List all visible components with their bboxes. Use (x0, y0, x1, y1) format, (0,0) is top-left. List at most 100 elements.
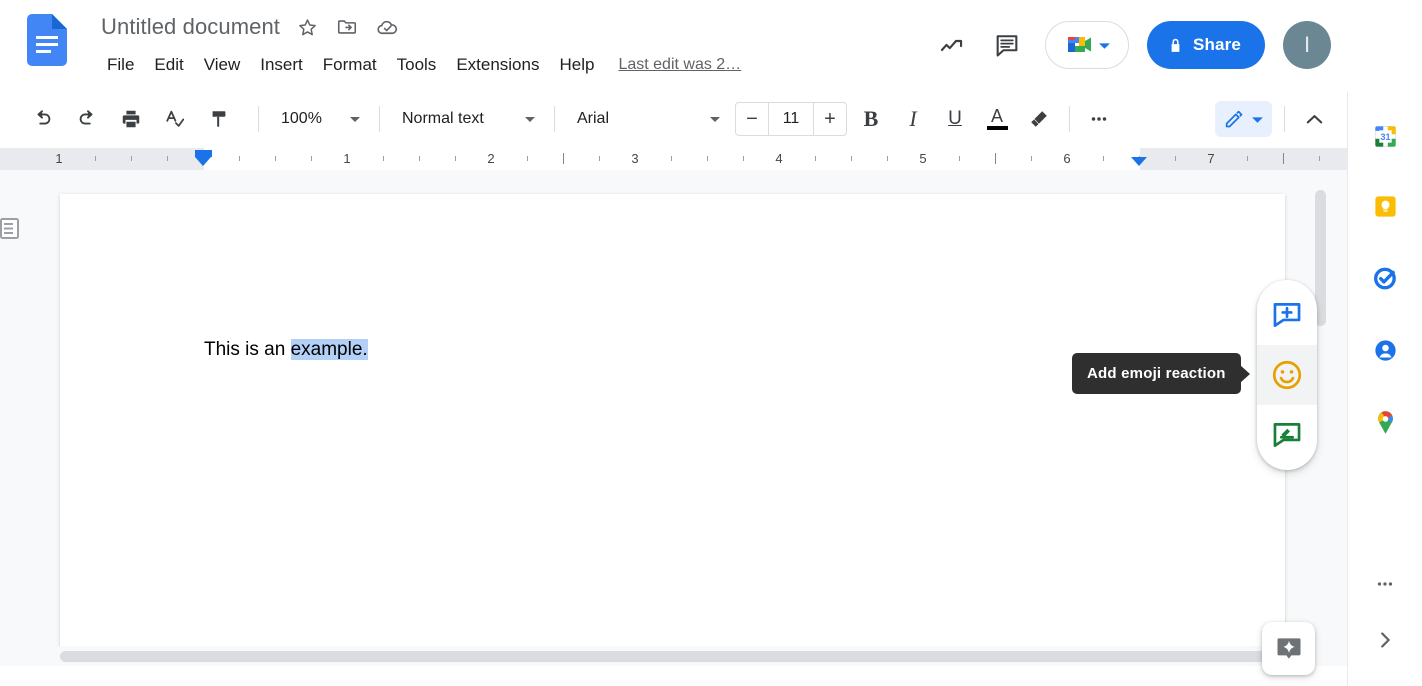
increase-font-size-button[interactable]: + (814, 103, 846, 135)
google-tasks-icon (1372, 265, 1399, 292)
side-panel-contacts[interactable] (1363, 328, 1407, 372)
more-horizontal-icon (1374, 573, 1396, 595)
chevron-right-icon (1374, 629, 1396, 651)
menu-help[interactable]: Help (549, 52, 604, 78)
avatar[interactable]: I (1283, 21, 1331, 69)
highlight-color-button[interactable] (1021, 101, 1057, 137)
google-meet-button[interactable] (1045, 21, 1129, 69)
google-docs-icon[interactable] (27, 14, 67, 66)
chevron-down-icon (524, 115, 536, 123)
google-maps-icon (1373, 409, 1398, 436)
last-edit-link[interactable]: Last edit was 2… (618, 56, 741, 74)
font-size-stepper: − 11 + (735, 102, 847, 136)
paragraph-text-selected: example. (291, 339, 368, 360)
ruler-number: 5 (919, 151, 926, 166)
document-page[interactable]: This is an example. (60, 194, 1285, 666)
zoom-value: 100% (281, 110, 322, 128)
menu-extensions[interactable]: Extensions (446, 52, 549, 78)
document-title[interactable]: Untitled document (97, 12, 284, 42)
side-panel-keep[interactable] (1363, 184, 1407, 228)
highlight-pen-icon (1028, 108, 1050, 130)
menu-file[interactable]: File (97, 52, 144, 78)
more-options-button[interactable] (1082, 102, 1116, 136)
left-indent-marker[interactable] (195, 150, 212, 157)
font-size-input[interactable]: 11 (768, 103, 814, 135)
google-docs-window: Untitled document File (0, 0, 1422, 686)
ruler-number: 7 (1207, 151, 1214, 166)
add-comment-button[interactable] (1257, 285, 1317, 345)
font-family-value: Arial (577, 110, 609, 128)
side-panel-calendar[interactable]: 31 (1363, 114, 1407, 158)
document-outline-icon[interactable] (0, 214, 23, 244)
header-actions: Share I (887, 0, 1347, 90)
menu-bar: File Edit View Insert Format Tools Exten… (97, 50, 741, 80)
redo-button[interactable] (70, 102, 104, 136)
share-button[interactable]: Share (1147, 21, 1265, 69)
chevron-down-icon (1251, 115, 1264, 124)
text-color-button[interactable]: A (979, 101, 1015, 137)
google-calendar-icon: 31 (1372, 123, 1399, 150)
side-panel: 31 (1347, 92, 1422, 686)
toolbar-divider (258, 106, 259, 132)
italic-button[interactable]: I (895, 101, 931, 137)
horizontal-scrollbar-thumb[interactable] (60, 651, 1285, 662)
right-indent-marker[interactable] (1131, 157, 1147, 166)
floating-action-rail (1257, 280, 1317, 470)
bold-button[interactable]: B (853, 101, 889, 137)
side-panel-expand-button[interactable] (1363, 618, 1407, 662)
hide-menus-button[interactable] (1297, 102, 1331, 136)
toolbar-divider (1284, 106, 1285, 132)
underline-button[interactable]: U (937, 101, 973, 137)
side-panel-maps[interactable] (1363, 400, 1407, 444)
menu-view[interactable]: View (194, 52, 251, 78)
paint-format-button[interactable] (202, 102, 236, 136)
vertical-scrollbar[interactable] (1323, 170, 1337, 666)
activity-dashboard-icon[interactable] (929, 23, 973, 67)
text-color-swatch (987, 126, 1008, 130)
google-meet-icon (1064, 32, 1094, 58)
editing-mode-button[interactable] (1215, 101, 1272, 137)
document-canvas: This is an example. (0, 170, 1347, 666)
spellcheck-button[interactable] (158, 102, 192, 136)
cloud-saved-icon[interactable] (370, 10, 404, 44)
menu-format[interactable]: Format (313, 52, 387, 78)
tooltip: Add emoji reaction (1072, 353, 1241, 394)
ruler-number: 6 (1063, 151, 1070, 166)
more-horizontal-icon (1088, 108, 1110, 130)
decrease-font-size-button[interactable]: − (736, 103, 768, 135)
app-header: Untitled document File (0, 0, 1347, 90)
text-color-label: A (991, 109, 1003, 124)
paragraph-style-select[interactable]: Normal text (392, 102, 542, 136)
move-to-folder-icon[interactable] (330, 10, 364, 44)
suggest-edits-button[interactable] (1257, 405, 1317, 465)
first-line-indent-marker[interactable] (195, 157, 211, 166)
toolbar-divider (1069, 106, 1070, 132)
ruler-number: 1 (55, 151, 62, 166)
paragraph-style-value: Normal text (402, 110, 484, 128)
tooltip-label: Add emoji reaction (1087, 365, 1226, 382)
print-button[interactable] (114, 102, 148, 136)
ask-gemini-button[interactable] (1262, 622, 1315, 675)
horizontal-scrollbar[interactable] (0, 646, 1347, 666)
menu-edit[interactable]: Edit (144, 52, 193, 78)
comment-history-icon[interactable] (985, 23, 1029, 67)
ruler-number: 2 (487, 151, 494, 166)
document-paragraph[interactable]: This is an example. (204, 337, 368, 363)
paragraph-text-plain: This is an (204, 339, 291, 360)
toolbar-divider (554, 106, 555, 132)
google-contacts-icon (1372, 337, 1399, 364)
gemini-spark-icon (1274, 634, 1304, 664)
side-panel-more-button[interactable] (1363, 562, 1407, 606)
ruler[interactable]: 1 1 2 3 4 5 6 7 (0, 148, 1347, 170)
share-label: Share (1193, 35, 1241, 55)
menu-tools[interactable]: Tools (387, 52, 447, 78)
formatting-toolbar: 100% Normal text Arial − 11 + B I U A (0, 92, 1347, 146)
undo-button[interactable] (26, 102, 60, 136)
menu-insert[interactable]: Insert (250, 52, 313, 78)
font-family-select[interactable]: Arial (567, 102, 727, 136)
add-emoji-reaction-button[interactable] (1257, 345, 1317, 405)
side-panel-tasks[interactable] (1363, 256, 1407, 300)
star-icon[interactable] (290, 10, 324, 44)
emoji-reaction-icon (1270, 358, 1304, 392)
zoom-select[interactable]: 100% (271, 102, 367, 136)
